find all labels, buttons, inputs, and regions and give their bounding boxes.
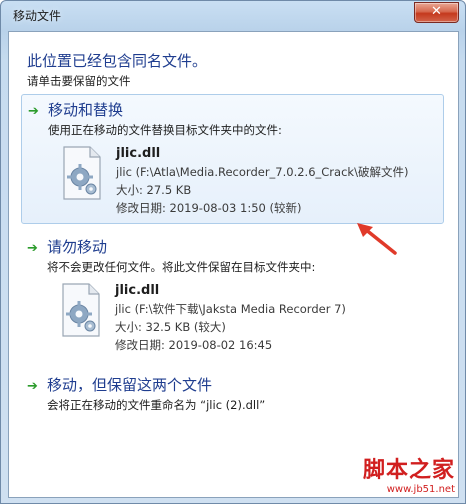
green-arrow-icon: ➔ <box>28 104 39 119</box>
file-modified: 修改日期: 2019-08-03 1:50 (较新) <box>116 201 302 215</box>
dialog-content: 此位置已经包含同名文件。 请单击要保留的文件 ➔ 移动和替换 使用正在移动的文件… <box>8 31 459 498</box>
annotation-arrow-icon <box>357 223 397 255</box>
file-name: jlic.dll <box>115 283 160 298</box>
file-size: 大小: 32.5 KB (较大) <box>115 320 226 334</box>
option-title: 移动和替换 <box>48 101 124 119</box>
file-path: jlic (F:\软件下载\Jaksta Media Recorder 7) <box>115 302 346 316</box>
option-move-and-replace[interactable]: ➔ 移动和替换 使用正在移动的文件替换目标文件夹中的文件: jlic.dll j… <box>21 94 444 224</box>
file-details: jlic.dll jlic (F:\Atla\Media.Recorder_7.… <box>116 145 408 217</box>
dll-file-icon <box>63 146 101 200</box>
close-icon: ✕ <box>431 4 442 19</box>
dialog-subheading: 请单击要保留的文件 <box>27 74 131 88</box>
option-description: 会将正在移动的文件重命名为 “jlic (2).dll” <box>47 398 266 412</box>
watermark: 脚本之家 www.jb51.net <box>363 452 455 495</box>
option-title: 请勿移动 <box>47 238 108 256</box>
option-description: 将不会更改任何文件。将此文件保留在目标文件夹中: <box>47 260 316 274</box>
close-button[interactable]: ✕ <box>414 2 459 23</box>
option-description: 使用正在移动的文件替换目标文件夹中的文件: <box>48 123 282 137</box>
file-name: jlic.dll <box>116 146 161 161</box>
move-file-dialog: 移动文件 ✕ 此位置已经包含同名文件。 请单击要保留的文件 ➔ 移动和替换 使用… <box>0 0 466 504</box>
dll-file-icon <box>62 283 100 337</box>
green-arrow-icon: ➔ <box>27 379 38 394</box>
watermark-url: www.jb51.net <box>386 484 455 495</box>
dialog-heading: 此位置已经包含同名文件。 <box>27 52 208 70</box>
green-arrow-icon: ➔ <box>27 241 38 256</box>
window-title: 移动文件 <box>13 9 62 23</box>
file-details: jlic.dll jlic (F:\软件下载\Jaksta Media Reco… <box>115 282 346 354</box>
option-keep-both[interactable]: ➔ 移动，但保留这两个文件 会将正在移动的文件重命名为 “jlic (2).dl… <box>21 370 442 420</box>
watermark-logo: 脚本之家 <box>362 457 455 483</box>
title-bar[interactable]: 移动文件 ✕ <box>1 1 465 31</box>
file-modified: 修改日期: 2019-08-02 16:45 <box>115 338 273 352</box>
file-path: jlic (F:\Atla\Media.Recorder_7.0.2.6_Cra… <box>116 165 409 179</box>
option-title: 移动，但保留这两个文件 <box>47 376 213 394</box>
file-size: 大小: 27.5 KB <box>116 183 192 197</box>
